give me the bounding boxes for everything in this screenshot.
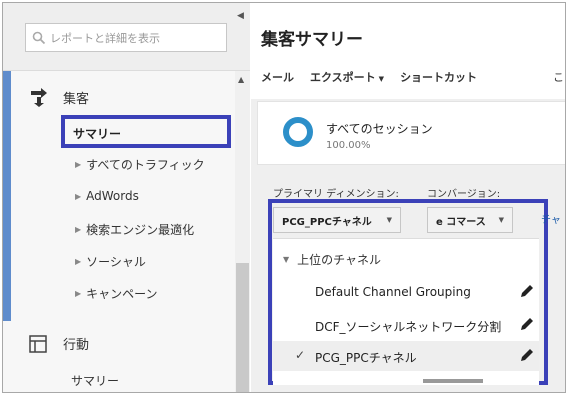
- scroll-up-icon[interactable]: ▲: [238, 75, 244, 84]
- sidebar-item-adwords[interactable]: ▶ AdWords: [75, 189, 139, 203]
- menu-group-top-channels[interactable]: ▼ 上位のチャネル: [283, 251, 381, 268]
- sidebar-item-seo[interactable]: ▶ 検索エンジン最適化: [75, 221, 194, 238]
- search-input[interactable]: レポートと詳細を表示: [25, 23, 227, 52]
- scrollbar-thumb[interactable]: [236, 263, 249, 392]
- page-title: 集客サマリー: [261, 30, 363, 50]
- segment-percent: 100.00%: [326, 140, 371, 151]
- sidebar-item-all-traffic[interactable]: ▶ すべてのトラフィック: [75, 156, 205, 173]
- menu-item-dcf-social-split[interactable]: DCF_ソーシャルネットワーク分割: [273, 310, 539, 340]
- nav-section-behavior[interactable]: 行動: [29, 334, 89, 353]
- truncated-link[interactable]: チャ: [541, 211, 561, 226]
- segment-donut-icon: [283, 117, 313, 147]
- truncated-menu-item: [423, 379, 483, 383]
- email-button[interactable]: メール: [261, 69, 294, 85]
- toolbar: メール エクスポート ▼ ショートカット: [261, 69, 477, 85]
- primary-dimension-label: プライマリ ディメンション:: [273, 189, 399, 200]
- menu-item-default-channel-grouping[interactable]: Default Channel Grouping: [273, 277, 539, 307]
- sidebar-item-summary[interactable]: サマリー: [61, 115, 231, 148]
- expand-triangle-icon: ▶: [75, 160, 82, 169]
- search-icon: [32, 31, 46, 44]
- conversion-select[interactable]: e コマース ▼: [427, 207, 513, 233]
- chevron-down-icon: ▼: [498, 216, 504, 224]
- export-button[interactable]: エクスポート ▼: [310, 69, 384, 85]
- primary-dimension-select[interactable]: PCG_PPCチャネル ▼: [273, 207, 401, 233]
- collapse-sidebar-icon[interactable]: ◀: [237, 11, 244, 21]
- expand-triangle-icon: ▶: [75, 257, 82, 266]
- active-section-indicator: [3, 71, 11, 321]
- segment-name: すべてのセッション: [326, 122, 433, 136]
- collapse-triangle-icon: ▼: [283, 255, 290, 264]
- acquisition-icon: [31, 88, 47, 107]
- edit-pencil-icon[interactable]: [519, 347, 535, 363]
- main-panel: 集客サマリー メール エクスポート ▼ ショートカット こ すべてのセッション 1…: [251, 3, 565, 392]
- expand-triangle-icon: ▶: [75, 289, 82, 298]
- expand-triangle-icon: ▶: [75, 191, 82, 201]
- chevron-down-icon: ▼: [386, 216, 392, 224]
- sidebar: ◀ レポートと詳細を表示 集客 サマリー ▶ すべてのトラフィック ▶ AdWo: [3, 3, 250, 392]
- nav-section-acquisition[interactable]: 集客: [29, 87, 89, 107]
- shortcut-button[interactable]: ショートカット: [400, 69, 477, 85]
- menu-item-pcg-ppc-channel[interactable]: ✓ PCG_PPCチャネル: [273, 341, 539, 371]
- edit-pencil-icon[interactable]: [519, 283, 535, 299]
- chevron-down-icon: ▼: [378, 75, 385, 83]
- sidebar-item-campaigns[interactable]: ▶ キャンペーン: [75, 285, 158, 302]
- dimension-dropdown-menu: ▼ 上位のチャネル Default Channel Grouping DCF_ソ…: [273, 238, 539, 385]
- edit-pencil-icon[interactable]: [519, 316, 535, 332]
- truncated-toolbar-text: こ: [553, 71, 564, 84]
- sidebar-item-social[interactable]: ▶ ソーシャル: [75, 253, 146, 270]
- checkmark-icon: ✓: [295, 348, 306, 362]
- search-placeholder: レポートと詳細を表示: [50, 31, 160, 45]
- segment-card[interactable]: すべてのセッション 100.00%: [257, 101, 565, 165]
- sidebar-item-behavior-summary[interactable]: サマリー: [71, 372, 119, 389]
- behavior-icon: [29, 334, 47, 353]
- conversion-label: コンバージョン:: [427, 189, 501, 200]
- app-frame: ◀ レポートと詳細を表示 集客 サマリー ▶ すべてのトラフィック ▶ AdWo: [2, 2, 566, 393]
- expand-triangle-icon: ▶: [75, 225, 82, 234]
